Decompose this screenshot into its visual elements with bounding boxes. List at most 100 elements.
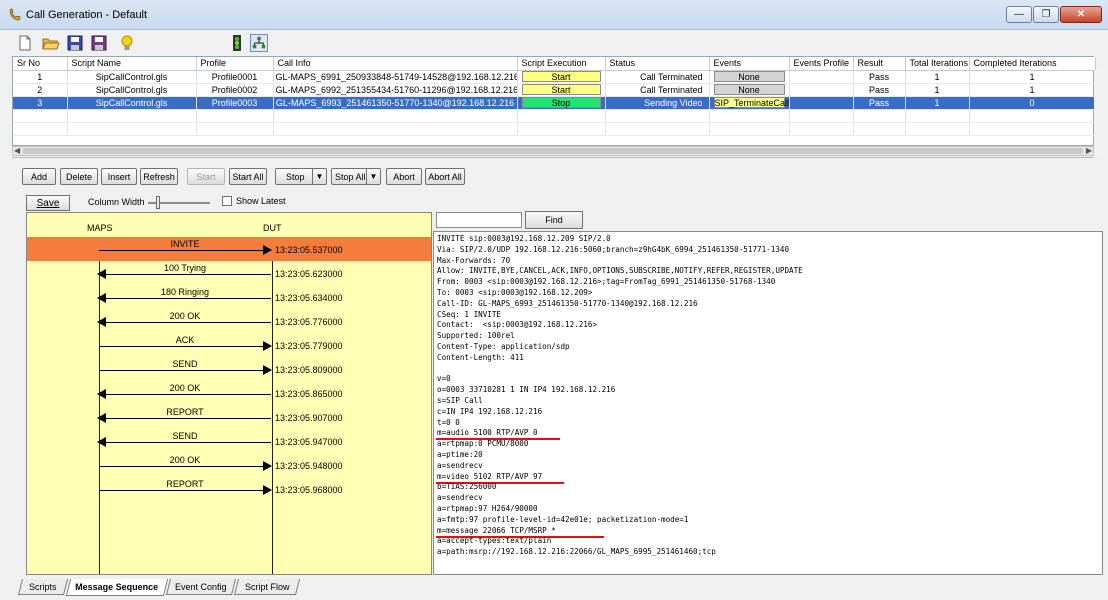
find-button[interactable]: Find (525, 211, 583, 229)
detail-line: Allow: INVITE,BYE,CANCEL,ACK,INFO,OPTION… (437, 266, 803, 276)
grid-horizontal-scrollbar[interactable]: ◀ ▶ (12, 146, 1094, 156)
cell-profile[interactable]: Profile0001 (196, 70, 274, 84)
tab-message-sequence[interactable]: Message Sequence (65, 579, 169, 596)
window-title: Call Generation - Default (26, 9, 148, 21)
col-profile[interactable]: Profile (196, 57, 274, 71)
minimize-button[interactable]: — (1006, 6, 1032, 23)
message-label: SEND (172, 431, 198, 441)
slider-knob[interactable] (156, 196, 160, 209)
save-icon[interactable] (66, 34, 84, 52)
message-detail-pane[interactable]: INVITE sip:0003@192.168.12.209 SIP/2.0 Vi… (433, 231, 1103, 575)
scroll-right-icon[interactable]: ▶ (1086, 146, 1092, 155)
network-tree-icon[interactable] (250, 34, 268, 52)
cell-status: Call Terminated (605, 83, 710, 97)
delete-button[interactable]: Delete (60, 168, 98, 185)
message-label: 200 OK (169, 455, 201, 465)
detail-line: v=0 (437, 374, 451, 384)
cell-completed: 0 (969, 96, 1096, 110)
message-timestamp: 13:23:05.865000 (275, 389, 343, 399)
sequence-message[interactable]: REPORT 13:23:05.968000 (27, 477, 431, 501)
cell-status: Call Terminated (605, 70, 710, 84)
scroll-left-icon[interactable]: ◀ (14, 146, 20, 155)
col-call-info[interactable]: Call Info (273, 57, 518, 71)
start-button[interactable]: Start (521, 71, 601, 82)
stop-dropdown-icon[interactable]: ▼ (312, 169, 326, 184)
stop-button[interactable]: Stop (521, 97, 601, 108)
close-button[interactable]: ✕ (1060, 6, 1102, 23)
refresh-button[interactable]: Refresh (140, 168, 178, 185)
scroll-thumb[interactable] (23, 148, 1083, 154)
message-line (99, 250, 271, 251)
cell-total: 1 (905, 83, 970, 97)
sequence-message[interactable]: INVITE 13:23:05.537000 (27, 237, 431, 261)
cell-profile[interactable]: Profile0002 (196, 83, 274, 97)
col-completed-iterations[interactable]: Completed Iterations (969, 57, 1096, 71)
col-events-profile[interactable]: Events Profile (789, 57, 854, 71)
tab-script-flow[interactable]: Script Flow (234, 579, 300, 595)
sequence-message[interactable]: SEND 13:23:05.947000 (27, 429, 431, 453)
insert-button[interactable]: Insert (101, 168, 137, 185)
col-script-execution[interactable]: Script Execution (517, 57, 606, 71)
grid-vertical-scrollbar[interactable] (1094, 70, 1104, 156)
cell-profile[interactable]: Profile0003 (196, 96, 274, 110)
maximize-button[interactable]: ❐ (1033, 6, 1059, 23)
find-input[interactable] (436, 212, 522, 228)
column-width-slider[interactable] (148, 196, 210, 209)
empty-row (13, 122, 1096, 136)
table-row-selected[interactable]: 3 SipCallControl.gls Profile0003 GL-MAPS… (13, 96, 1096, 110)
tab-scripts[interactable]: Scripts (18, 579, 68, 595)
stop-action-button[interactable]: Stop ▼ (275, 168, 327, 185)
save-sequence-button[interactable]: Save (26, 195, 70, 211)
detail-line: CSeq: 1 INVITE (437, 309, 502, 319)
lightbulb-icon[interactable] (118, 34, 136, 52)
splitter[interactable] (12, 157, 1094, 161)
col-total-iterations[interactable]: Total Iterations (905, 57, 970, 71)
tab-event-config[interactable]: Event Config (166, 579, 236, 595)
new-file-icon[interactable] (16, 34, 34, 52)
cell-events: None (709, 83, 790, 97)
table-row[interactable]: 2 SipCallControl.gls Profile0002 GL-MAPS… (13, 83, 1096, 97)
stop-all-button[interactable]: Stop All ▼ (331, 168, 381, 185)
col-status[interactable]: Status (605, 57, 710, 71)
sequence-message[interactable]: SEND 13:23:05.809000 (27, 357, 431, 381)
events-button[interactable]: None (713, 71, 785, 82)
start-action-button[interactable]: Start (187, 168, 225, 185)
message-line (99, 322, 271, 323)
events-button[interactable]: None (713, 84, 785, 95)
arrow-left-icon (97, 389, 106, 399)
add-button[interactable]: Add (22, 168, 56, 185)
col-result[interactable]: Result (853, 57, 906, 71)
message-line (99, 370, 271, 371)
detail-line: From: 0003 <sip:0003@192.168.12.216>;tag… (437, 277, 776, 287)
save-as-icon[interactable] (90, 34, 108, 52)
show-latest-checkbox[interactable] (222, 196, 232, 206)
detail-line: Content-Length: 411 (437, 352, 524, 362)
message-timestamp: 13:23:05.779000 (275, 341, 343, 351)
arrow-left-icon (97, 269, 106, 279)
detail-line: a=ptime:20 (437, 450, 483, 459)
sequence-message[interactable]: REPORT 13:23:05.907000 (27, 405, 431, 429)
sequence-message[interactable]: 200 OK 13:23:05.865000 (27, 381, 431, 405)
col-events[interactable]: Events (709, 57, 790, 71)
abort-all-button[interactable]: Abort All (425, 168, 465, 185)
table-row[interactable]: 1 SipCallControl.gls Profile0001 GL-MAPS… (13, 70, 1096, 84)
stop-all-dropdown-icon[interactable]: ▼ (366, 169, 380, 184)
sequence-message[interactable]: ACK 13:23:05.779000 (27, 333, 431, 357)
start-all-button[interactable]: Start All (229, 168, 267, 185)
col-script-name[interactable]: Script Name (67, 57, 197, 71)
cell-call-info: GL-MAPS_6993_251461350-51770-1340@192.16… (273, 96, 518, 110)
start-button[interactable]: Start (521, 84, 601, 95)
sequence-message[interactable]: 100 Trying 13:23:05.623000 (27, 261, 431, 285)
sequence-message[interactable]: 200 OK 13:23:05.776000 (27, 309, 431, 333)
sequence-message[interactable]: 180 Ringing 13:23:05.634000 (27, 285, 431, 309)
abort-button[interactable]: Abort (386, 168, 422, 185)
cell-events: SIP_TerminateCall (709, 96, 790, 110)
col-sr-no[interactable]: Sr No (13, 57, 68, 71)
message-timestamp: 13:23:05.968000 (275, 485, 343, 495)
detail-line: To: 0003 <sip:0003@192.168.12.209> (437, 288, 593, 297)
sequence-message[interactable]: 200 OK 13:23:05.948000 (27, 453, 431, 477)
traffic-light-icon[interactable] (228, 34, 246, 52)
title-bar: Call Generation - Default — ❐ ✕ (0, 0, 1108, 30)
events-button[interactable]: SIP_TerminateCall (713, 97, 788, 108)
open-folder-icon[interactable] (42, 34, 60, 52)
